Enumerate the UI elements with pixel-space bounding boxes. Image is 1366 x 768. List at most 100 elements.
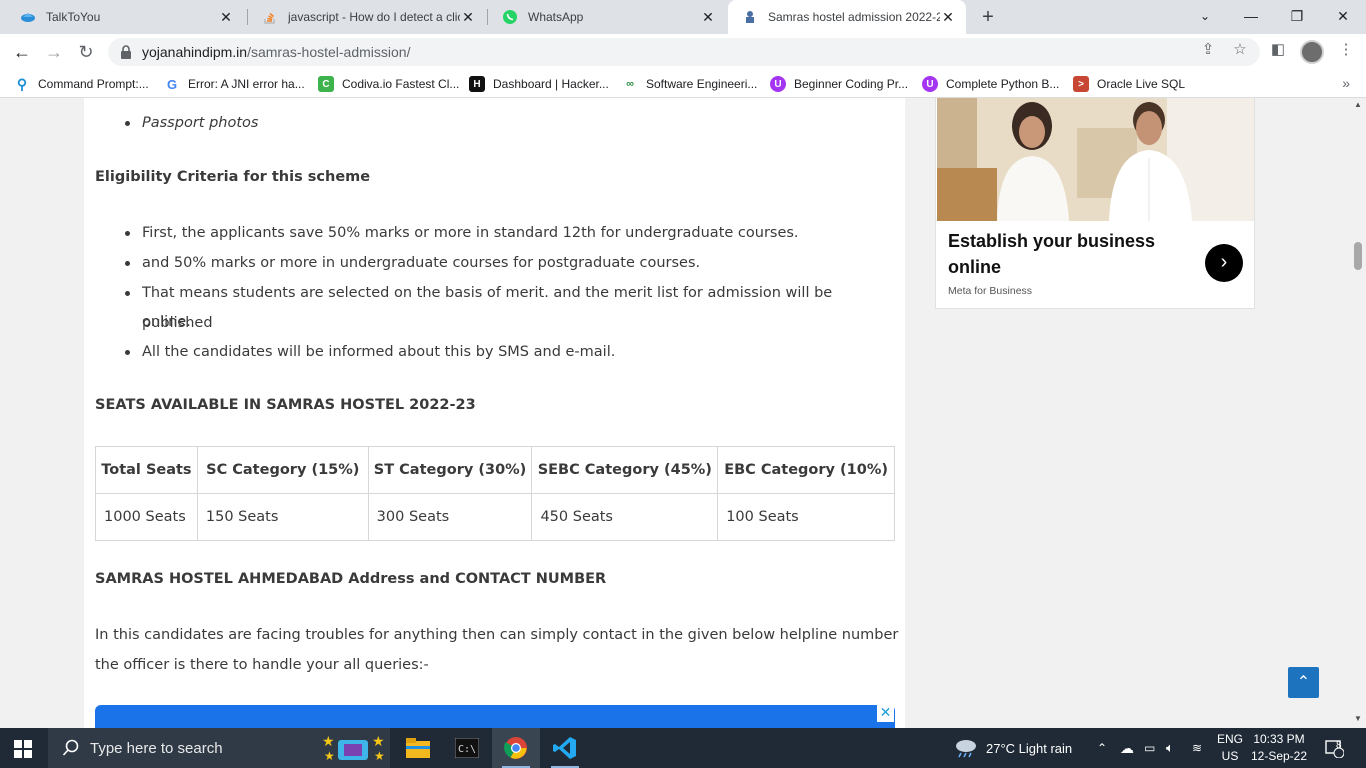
ad-close-icon[interactable]: ✕ bbox=[877, 705, 894, 722]
tray-overflow-icon[interactable]: ⌃ bbox=[1097, 728, 1107, 768]
weather-widget[interactable]: 27°C Light rain bbox=[954, 728, 1072, 768]
profile-avatar[interactable] bbox=[1300, 40, 1324, 64]
restore-button[interactable]: ❐ bbox=[1274, 0, 1320, 32]
system-clock[interactable]: 10:33 PM 12-Sep-22 bbox=[1248, 731, 1310, 765]
taskbar-vscode[interactable] bbox=[541, 728, 589, 768]
bookmarks-bar: ⚲ Command Prompt:... G Error: A JNI erro… bbox=[0, 70, 1366, 98]
bookmark-label: Error: A JNI error ha... bbox=[188, 77, 305, 91]
table-header-row: Total Seats SC Category (15%) ST Categor… bbox=[95, 446, 895, 494]
url-host: yojanahindipm.in bbox=[142, 44, 248, 60]
ad-headline: Establish your business online bbox=[948, 231, 1156, 277]
more-bookmarks-icon[interactable]: » bbox=[1342, 75, 1350, 91]
clock-time: 10:33 PM bbox=[1253, 732, 1305, 746]
ad-sponsor: Meta for Business bbox=[948, 285, 1033, 297]
tab-title: javascript - How do I detect a clic bbox=[288, 10, 460, 24]
inline-ad-banner[interactable] bbox=[95, 705, 895, 728]
reload-button[interactable]: ↻ bbox=[72, 38, 100, 66]
bookmark-label: Complete Python B... bbox=[946, 77, 1060, 91]
close-window-button[interactable]: ✕ bbox=[1320, 0, 1366, 32]
table-cell: 150 Seats bbox=[196, 493, 369, 541]
taskbar-file-explorer[interactable] bbox=[394, 728, 442, 768]
list-item: First, the applicants save 50% marks or … bbox=[125, 219, 799, 249]
tab-samras-hostel[interactable]: Samras hostel admission 2022-23 ✕ bbox=[728, 0, 966, 34]
page-viewport: Passport photos Eligibility Criteria for… bbox=[0, 98, 1350, 728]
share-page-icon[interactable]: ⇪ bbox=[1198, 40, 1218, 60]
notification-count: 8 bbox=[1336, 740, 1342, 751]
taskbar-terminal[interactable]: C:\ bbox=[443, 728, 491, 768]
bookmark-python[interactable]: U Complete Python B... bbox=[922, 76, 1059, 92]
close-icon[interactable]: ✕ bbox=[940, 9, 956, 25]
tab-talktoyou[interactable]: TalkToYou ✕ bbox=[6, 0, 244, 34]
contact-paragraph-line: the officer is there to handle your all … bbox=[95, 657, 429, 673]
close-icon[interactable]: ✕ bbox=[460, 9, 476, 25]
table-header: SC Category (15%) bbox=[196, 446, 369, 494]
notification-center[interactable]: 8 bbox=[1324, 728, 1344, 768]
scroll-to-top-button[interactable]: ⌃ bbox=[1288, 667, 1319, 698]
table-header: EBC Category (10%) bbox=[717, 446, 895, 494]
page-scrollbar[interactable]: ▲ ▼ bbox=[1350, 98, 1366, 728]
lock-icon bbox=[121, 45, 131, 59]
tab-whatsapp[interactable]: WhatsApp ✕ bbox=[488, 0, 726, 34]
bookmark-label: Oracle Live SQL bbox=[1097, 77, 1186, 91]
list-item: That means students are selected on the … bbox=[125, 279, 905, 338]
bookmark-label: Dashboard | Hacker... bbox=[493, 77, 609, 91]
new-tab-button[interactable]: + bbox=[976, 5, 1000, 29]
windows-taskbar: Type here to search ★ ★ ★ ★ C:\ 27°C Light… bbox=[0, 728, 1366, 768]
search-icon bbox=[62, 739, 79, 756]
oracle-icon: > bbox=[1073, 76, 1089, 92]
government-emblem-icon bbox=[746, 11, 754, 23]
tab-title: WhatsApp bbox=[528, 10, 584, 24]
vscode-icon bbox=[553, 737, 576, 759]
address-bar[interactable]: yojanahindipm.in/samras-hostel-admission… bbox=[108, 38, 1260, 66]
ad-photo bbox=[937, 98, 1254, 221]
scrollbar-thumb[interactable] bbox=[1354, 242, 1362, 270]
bookmark-gfg[interactable]: ∞ Software Engineeri... bbox=[622, 76, 757, 92]
scroll-up-arrow-icon[interactable]: ▲ bbox=[1353, 100, 1363, 110]
onedrive-cloud-icon[interactable]: ☁ bbox=[1120, 728, 1134, 768]
taskbar-chrome[interactable] bbox=[492, 728, 540, 768]
chevron-right-icon[interactable]: › bbox=[1205, 244, 1243, 282]
battery-icon[interactable]: ▭ bbox=[1144, 728, 1155, 768]
close-icon[interactable]: ✕ bbox=[218, 9, 234, 25]
menu-icon[interactable]: ⋮ bbox=[1336, 40, 1356, 60]
bookmark-beginner-coding[interactable]: U Beginner Coding Pr... bbox=[770, 76, 908, 92]
table-cell: 100 Seats bbox=[717, 493, 895, 541]
search-placeholder: Type here to search bbox=[90, 739, 223, 757]
bookmark-star-icon[interactable]: ☆ bbox=[1230, 40, 1250, 60]
url-path: /samras-hostel-admission/ bbox=[247, 44, 411, 60]
language-code: ENG bbox=[1216, 732, 1243, 746]
side-panel-icon[interactable]: ◧ bbox=[1268, 40, 1288, 60]
volume-icon[interactable]: 🔈︎ bbox=[1166, 728, 1174, 768]
article-content: Passport photos Eligibility Criteria for… bbox=[84, 98, 905, 728]
scroll-down-arrow-icon[interactable]: ▼ bbox=[1353, 714, 1363, 724]
tab-javascript[interactable]: javascript - How do I detect a clic ✕ bbox=[248, 0, 486, 34]
close-icon[interactable]: ✕ bbox=[700, 9, 716, 25]
folder-icon bbox=[406, 738, 430, 758]
bookmark-jni-error[interactable]: G Error: A JNI error ha... bbox=[164, 76, 305, 92]
bookmark-hackerrank[interactable]: H Dashboard | Hacker... bbox=[469, 76, 609, 92]
list-item: All the candidates will be informed abou… bbox=[124, 338, 615, 368]
eligibility-heading: Eligibility Criteria for this scheme bbox=[95, 169, 371, 185]
tab-strip: TalkToYou ✕ javascript - How do I detect… bbox=[0, 0, 1366, 34]
tab-search-icon[interactable]: ⌄ bbox=[1182, 0, 1228, 32]
bookmark-label: Beginner Coding Pr... bbox=[794, 77, 909, 91]
whatsapp-icon bbox=[503, 10, 517, 24]
codiva-icon: C bbox=[318, 76, 334, 92]
svg-text:★: ★ bbox=[324, 749, 335, 763]
forward-button[interactable]: → bbox=[40, 38, 68, 66]
windows-start-icon[interactable] bbox=[14, 740, 32, 758]
svg-text:★: ★ bbox=[372, 733, 385, 749]
bookmark-codiva[interactable]: C Codiva.io Fastest Cl... bbox=[318, 76, 459, 92]
wifi-icon[interactable]: ≋ bbox=[1192, 728, 1202, 768]
bookmark-oracle-sql[interactable]: > Oracle Live SQL bbox=[1073, 76, 1185, 92]
taskbar-search-box[interactable]: Type here to search ★ ★ ★ ★ bbox=[48, 728, 390, 768]
bookmark-command-prompt[interactable]: ⚲ Command Prompt:... bbox=[14, 76, 149, 92]
pin-icon: ⚲ bbox=[16, 75, 28, 92]
cloud-rain-icon bbox=[956, 740, 976, 758]
back-button[interactable]: ← bbox=[8, 38, 36, 66]
terminal-icon: C:\ bbox=[455, 738, 479, 758]
bookmark-label: Software Engineeri... bbox=[646, 77, 758, 91]
sidebar-ad[interactable]: Establish your business online Meta for … bbox=[935, 98, 1255, 309]
minimize-button[interactable]: — bbox=[1228, 0, 1274, 32]
language-indicator[interactable]: ENG US bbox=[1214, 731, 1246, 765]
